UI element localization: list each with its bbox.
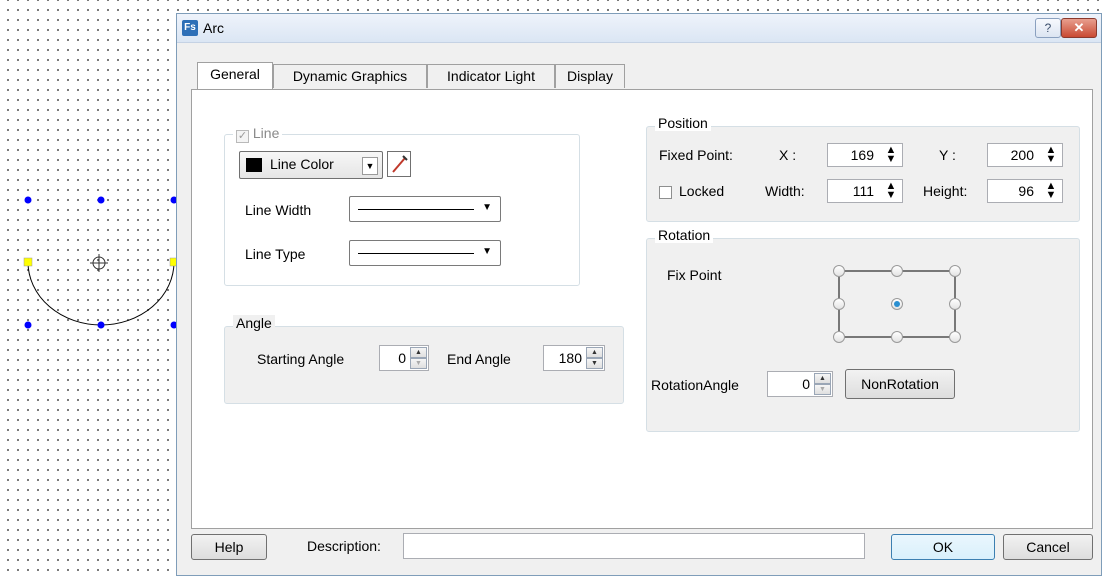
starting-angle-label: Starting Angle	[257, 351, 345, 367]
tab-indicator-light[interactable]: Indicator Light	[427, 64, 555, 88]
line-width-dropdown[interactable]: ▼	[349, 196, 501, 222]
locked-label: Locked	[679, 183, 725, 199]
line-type-label: Line Type	[245, 246, 306, 262]
rotation-angle-up-button[interactable]: ▲	[814, 373, 831, 384]
x-label: X :	[779, 147, 797, 163]
rotation-group-title: Rotation	[655, 227, 714, 243]
width-spin-icon[interactable]: ▲ ▼	[884, 181, 898, 201]
angle-group-title: Angle	[233, 315, 275, 331]
line-group-title: Line	[252, 125, 280, 141]
rotation-angle-down-button[interactable]: ▼	[814, 384, 831, 395]
app-icon: Fs	[182, 20, 198, 36]
arc-center-marker	[90, 254, 108, 272]
chevron-down-icon: ▼	[482, 246, 492, 257]
selection-handle-top-middle	[97, 196, 105, 204]
x-input[interactable]: 169 ▲ ▼	[827, 143, 903, 167]
line-group: ✓ Line Line Color ▼ Line Width ▼ Line Ty…	[224, 125, 580, 286]
position-group-title: Position	[655, 115, 711, 131]
line-color-picker[interactable]: Line Color ▼	[239, 151, 383, 179]
height-spin-icon[interactable]: ▲ ▼	[1044, 181, 1058, 201]
y-input[interactable]: 200 ▲ ▼	[987, 143, 1063, 167]
starting-angle-value: 0	[398, 350, 406, 366]
locked-checkbox[interactable]	[659, 186, 672, 199]
end-angle-label: End Angle	[447, 351, 511, 367]
x-value: 169	[850, 147, 874, 163]
fix-point-label: Fix Point	[667, 267, 722, 283]
fix-point-bottom-left-radio[interactable]	[833, 331, 845, 343]
help-button[interactable]: Help	[191, 534, 267, 560]
eyedropper-button[interactable]	[387, 151, 411, 177]
tab-display[interactable]: Display	[555, 64, 625, 88]
non-rotation-button[interactable]: NonRotation	[845, 369, 955, 399]
height-value: 96	[1018, 183, 1034, 199]
fix-point-top-center-radio[interactable]	[891, 265, 903, 277]
y-spin-icon[interactable]: ▲ ▼	[1044, 145, 1058, 165]
width-value: 111	[852, 183, 874, 199]
end-angle-stepper[interactable]: 180 ▲ ▼	[543, 345, 605, 371]
fix-point-middle-right-radio[interactable]	[949, 298, 961, 310]
rotation-angle-stepper[interactable]: 0 ▲ ▼	[767, 371, 833, 397]
fix-point-center-radio[interactable]	[891, 298, 903, 310]
selection-handle-bottom-middle	[97, 321, 105, 329]
fix-point-bottom-right-radio[interactable]	[949, 331, 961, 343]
line-color-dropdown-arrow[interactable]: ▼	[362, 157, 378, 175]
line-color-label: Line Color	[270, 156, 334, 172]
help-question-button[interactable]: ?	[1035, 18, 1061, 38]
close-button[interactable]: ✕	[1061, 18, 1097, 38]
y-label: Y :	[939, 147, 956, 163]
cancel-button[interactable]: Cancel	[1003, 534, 1093, 560]
chevron-down-icon: ▼	[482, 202, 492, 213]
selection-handle-top-left	[24, 196, 32, 204]
description-input[interactable]	[403, 533, 865, 559]
line-color-swatch	[246, 158, 262, 172]
height-input[interactable]: 96 ▲ ▼	[987, 179, 1063, 203]
fix-point-bottom-center-radio[interactable]	[891, 331, 903, 343]
line-type-dropdown[interactable]: ▼	[349, 240, 501, 266]
arc-properties-dialog: Fs Arc ? ✕ General Dynamic Graphics Indi…	[176, 13, 1102, 576]
ok-button[interactable]: OK	[891, 534, 995, 560]
starting-angle-stepper[interactable]: 0 ▲ ▼	[379, 345, 429, 371]
height-label: Height:	[923, 183, 968, 199]
fixed-point-label: Fixed Point:	[659, 147, 733, 163]
starting-angle-down-button[interactable]: ▼	[410, 358, 427, 369]
end-angle-down-button[interactable]: ▼	[586, 358, 603, 369]
fix-point-top-right-radio[interactable]	[949, 265, 961, 277]
starting-angle-up-button[interactable]: ▲	[410, 347, 427, 358]
angle-group: Angle Starting Angle 0 ▲ ▼ End Angle 180…	[224, 315, 624, 404]
end-angle-value: 180	[558, 350, 582, 366]
fix-point-top-left-radio[interactable]	[833, 265, 845, 277]
y-value: 200	[1010, 147, 1034, 163]
line-type-preview	[358, 253, 474, 254]
arc-start-handle	[23, 257, 33, 267]
width-input[interactable]: 111 ▲ ▼	[827, 179, 903, 203]
width-label: Width:	[765, 183, 805, 199]
dialog-titlebar[interactable]: Fs Arc ? ✕	[177, 14, 1101, 43]
eyedropper-icon	[392, 155, 408, 173]
rotation-group: Rotation Fix Point RotationAngle 0 ▲ ▼ N…	[646, 227, 1080, 432]
rotation-angle-label: RotationAngle	[651, 377, 739, 393]
tab-general[interactable]: General	[197, 62, 273, 89]
fix-point-middle-left-radio[interactable]	[833, 298, 845, 310]
x-spin-icon[interactable]: ▲ ▼	[884, 145, 898, 165]
line-width-label: Line Width	[245, 202, 312, 218]
end-angle-up-button[interactable]: ▲	[586, 347, 603, 358]
arc-shape-preview[interactable]	[0, 0, 180, 576]
rotation-angle-value: 0	[802, 376, 810, 392]
selection-handle-bottom-left	[24, 321, 32, 329]
line-group-header: ✓ Line	[233, 125, 283, 143]
dialog-title: Arc	[203, 20, 224, 36]
description-label: Description:	[307, 538, 381, 554]
tab-dynamic-graphics[interactable]: Dynamic Graphics	[273, 64, 427, 88]
position-group: Position Fixed Point: X : 169 ▲ ▼ Y : 200…	[646, 115, 1080, 222]
general-tab-panel: ✓ Line Line Color ▼ Line Width ▼ Line Ty…	[191, 89, 1093, 529]
line-enable-checkbox[interactable]: ✓	[236, 130, 249, 143]
line-width-preview	[358, 209, 474, 210]
